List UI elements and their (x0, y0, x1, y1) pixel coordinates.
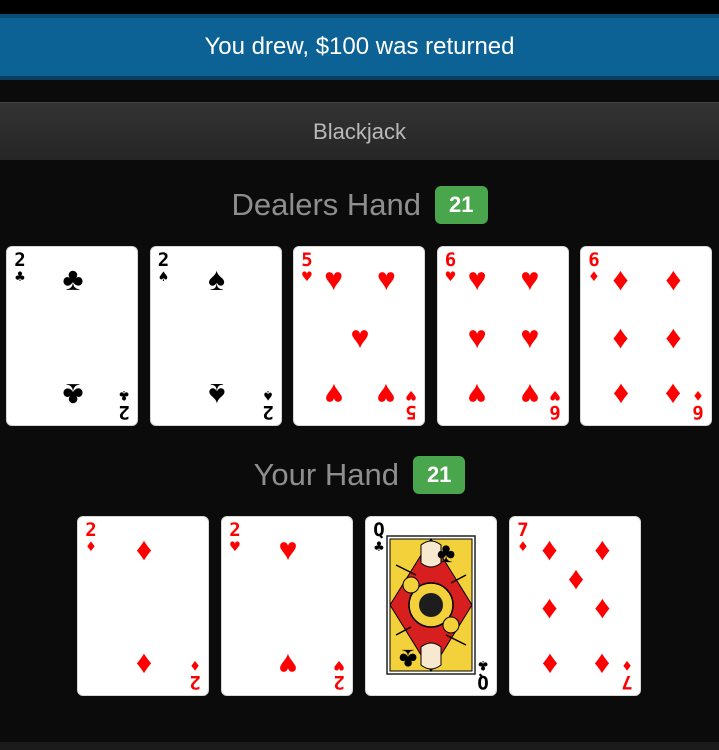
game-title: Blackjack (0, 102, 719, 160)
card-index-tl: 5 ♥ (301, 249, 313, 286)
status-message: You drew, $100 was returned (0, 14, 719, 80)
suit-pip-icon: ♥ (520, 376, 540, 413)
suit-pip-icon: ♥ (467, 261, 487, 298)
card-index-tl: 6 ♥ (444, 249, 457, 286)
card-index-tl: 2 ♦ (85, 519, 97, 556)
card-index-br: 5 ♥ (405, 386, 417, 423)
top-bar (0, 0, 719, 14)
dealer-hand-label: Dealers Hand (231, 187, 422, 222)
club-icon: ♣ (398, 644, 418, 675)
suit-pip-icon: ♥ (520, 319, 540, 355)
suit-pip-icon: ♥ (278, 646, 298, 683)
card-two-of-spades: 2 ♠ 2 ♠ ♠ ♠ (149, 246, 282, 426)
suit-pip-icon: ♠ (208, 376, 225, 413)
card-index-br: 2 ♥ (333, 656, 345, 693)
card-index-br: 2 ♣ (118, 386, 130, 423)
card-index-br: 2 ♠ (261, 386, 274, 423)
card-index-tl: 7 ♦ (517, 519, 529, 556)
suit-pip-icon: ♦ (135, 646, 153, 683)
suit-pip-icon: ♥ (350, 319, 370, 355)
suit-pip-icon: ♠ (208, 261, 225, 298)
card-index-br: 7 ♦ (621, 656, 633, 693)
suit-pip-icon: ♥ (324, 376, 344, 413)
card-six-of-diamonds: 6 ♦ 6 ♦ ♦ ♦ ♦ ♦ ♦ ♦ (580, 246, 712, 426)
suit-pip-icon: ♦ (612, 261, 629, 298)
suit-pip-icon: ♦ (135, 531, 153, 568)
card-six-of-hearts: 6 ♥ 6 ♥ ♥ ♥ ♥ ♥ ♥ ♥ (436, 246, 569, 426)
card-five-of-hearts: 5 ♥ 5 ♥ ♥ ♥ ♥ ♥ ♥ (293, 246, 425, 426)
suit-pip-icon: ♦ (665, 376, 682, 413)
suit-pip-icon: ♦ (541, 646, 558, 683)
suit-pip-icon: ♣ (62, 376, 84, 413)
suit-pip-icon: ♦ (665, 319, 682, 355)
suit-pip-icon: ♦ (541, 531, 558, 568)
card-index-br: 2 ♦ (189, 656, 201, 693)
suit-pip-icon: ♦ (612, 376, 629, 413)
card-two-of-diamonds: 2 ♦ 2 ♦ ♦ ♦ (77, 516, 209, 696)
suit-pip-icon: ♥ (467, 376, 487, 413)
card-seven-of-diamonds: 7 ♦ 7 ♦ ♦ ♦ ♦ ♦ ♦ ♦ ♦ (509, 516, 641, 696)
card-index-tl: 2 ♥ (229, 519, 241, 556)
suit-pip-icon: ♦ (541, 589, 558, 625)
suit-pip-icon: ♦ (594, 589, 611, 625)
suit-pip-icon: ♥ (278, 531, 298, 568)
suit-pip-icon: ♦ (594, 531, 611, 568)
card-two-of-hearts: 2 ♥ 2 ♥ ♥ ♥ (221, 516, 353, 696)
suit-pip-icon: ♥ (376, 376, 396, 413)
suit-pip-icon: ♣ (62, 261, 84, 298)
player-hand-label: Your Hand (253, 457, 399, 492)
suit-pip-icon: ♦ (567, 560, 585, 597)
suit-pip-icon: ♥ (467, 319, 487, 355)
card-index-br: 6 ♦ (692, 386, 704, 423)
player-score-badge: 21 (412, 456, 466, 494)
card-index-tl: 2 ♣ (14, 249, 26, 286)
card-two-of-clubs: 2 ♣ 2 ♣ ♣ ♣ (6, 246, 138, 426)
card-index-tl: 2 ♠ (157, 249, 170, 286)
suit-pip-icon: ♥ (376, 261, 396, 298)
suit-pip-icon: ♥ (324, 261, 344, 298)
player-hand-header: Your Hand 21 (0, 456, 719, 494)
dealer-hand-header: Dealers Hand 21 (0, 186, 719, 224)
suit-pip-icon: ♦ (594, 646, 611, 683)
card-queen-of-clubs: Q ♣ Q ♣ ♣ ♣ (365, 516, 497, 696)
card-index-tl: 6 ♦ (588, 249, 600, 286)
dealer-score-badge: 21 (435, 186, 488, 224)
suit-pip-icon: ♦ (665, 261, 682, 298)
suit-pip-icon: ♦ (612, 319, 629, 355)
card-index-br: Q ♣ (477, 656, 489, 693)
suit-pip-icon: ♥ (520, 261, 540, 298)
card-index-br: 6 ♥ (548, 386, 561, 423)
club-icon: ♣ (436, 537, 456, 568)
